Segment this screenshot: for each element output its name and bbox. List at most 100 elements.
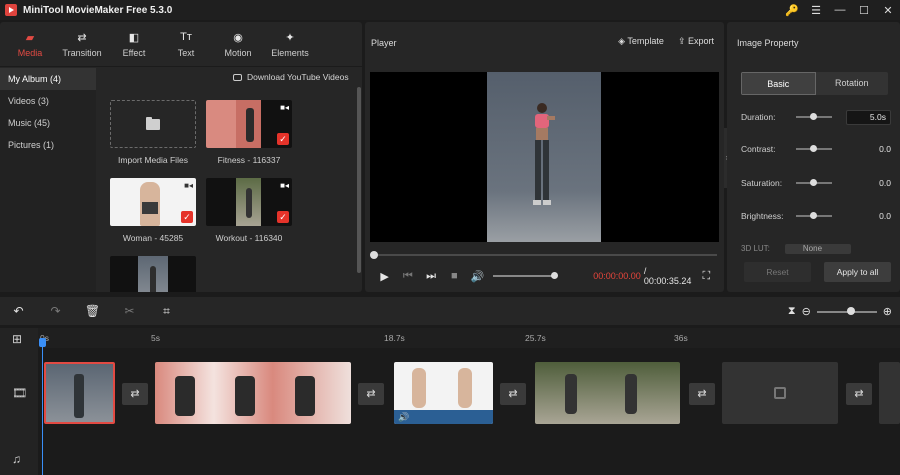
contrast-row: Contrast: 0.0: [741, 142, 891, 156]
minimize-icon[interactable]: —: [828, 0, 852, 20]
seek-bar[interactable]: [370, 251, 717, 259]
check-icon[interactable]: ✓: [277, 211, 289, 223]
media-thumb[interactable]: ■◂ ✓: [110, 178, 196, 226]
volume-icon[interactable]: 🔊: [466, 270, 489, 283]
tab-basic[interactable]: Basic: [741, 72, 816, 95]
tab-text[interactable]: Tт Text: [160, 22, 212, 67]
album-item-videos[interactable]: Videos (3): [0, 90, 96, 112]
music-track[interactable]: [38, 432, 900, 475]
media-item-woman[interactable]: ■◂ ✓ Woman - 45285: [110, 178, 196, 243]
timeline-clip-fitness[interactable]: [155, 362, 351, 424]
fullscreen-icon[interactable]: ⛶: [695, 270, 718, 283]
tab-transition[interactable]: ⇄ Transition: [56, 22, 108, 67]
transition-slot-icon[interactable]: ⇄: [122, 383, 148, 405]
brightness-slider[interactable]: [796, 212, 832, 219]
timeline-clip-image[interactable]: [44, 362, 115, 424]
app-window: MiniTool MovieMaker Free 5.3.0 🔑 ☰ — ☐ ✕…: [0, 0, 900, 475]
ruler-tick: 18.7s: [384, 333, 405, 343]
media-panel: ▰ Media ⇄ Transition ◧ Effect Tт Text ◉ …: [0, 22, 362, 292]
transition-slot-icon[interactable]: ⇄: [689, 383, 715, 405]
timeline-clip-workout[interactable]: [535, 362, 680, 424]
fit-timeline-icon[interactable]: ⧗: [788, 305, 796, 318]
maximize-icon[interactable]: ☐: [852, 0, 876, 20]
media-scrollbar[interactable]: [357, 87, 361, 273]
tab-motion[interactable]: ◉ Motion: [212, 22, 264, 67]
folder-icon: ▰: [25, 32, 35, 44]
app-title: MiniTool MovieMaker Free 5.3.0: [23, 4, 173, 16]
zoom-out-icon[interactable]: ⊖: [802, 305, 811, 318]
import-media-button[interactable]: [110, 100, 196, 148]
media-grid: Import Media Files ■◂ ✓ Fitness - 116337…: [100, 90, 355, 292]
redo-icon[interactable]: ↷: [37, 304, 74, 318]
menu-icon[interactable]: ☰: [804, 0, 828, 20]
stop-icon[interactable]: ■: [443, 270, 466, 282]
duration-input[interactable]: 5.0s: [846, 109, 891, 125]
zoom-slider[interactable]: [816, 306, 877, 315]
empty-clip-slot[interactable]: [722, 362, 838, 424]
check-icon[interactable]: ✓: [181, 211, 193, 223]
transition-slot-icon[interactable]: ⇄: [358, 383, 384, 405]
transition-slot-icon[interactable]: ⇄: [500, 383, 526, 405]
media-item-fitness[interactable]: ■◂ ✓ Fitness - 116337: [206, 100, 292, 165]
brightness-label: Brightness:: [741, 211, 784, 221]
delete-icon[interactable]: 🗑: [74, 304, 111, 318]
playhead-handle[interactable]: [39, 338, 46, 347]
lut-select[interactable]: None: [784, 244, 851, 254]
export-button[interactable]: ⇪ Export: [678, 36, 714, 47]
track-headers: ⊞ 🎞 ♫: [0, 328, 38, 475]
template-label: Template: [627, 36, 664, 46]
tab-rotation[interactable]: Rotation: [816, 72, 889, 95]
empty-clip-slot[interactable]: [879, 362, 900, 424]
media-item-workout[interactable]: ■◂ ✓ Workout - 116340: [206, 178, 292, 243]
preview-screen[interactable]: [370, 72, 719, 242]
previous-frame-icon[interactable]: ⏮: [396, 270, 419, 283]
duration-slider[interactable]: [796, 113, 832, 120]
split-icon[interactable]: ✂: [111, 304, 148, 318]
close-icon[interactable]: ✕: [876, 0, 900, 20]
export-label: Export: [687, 36, 714, 46]
template-button[interactable]: ◈ Template: [618, 36, 664, 47]
seek-handle[interactable]: [370, 251, 378, 259]
add-track-icon[interactable]: ⊞: [12, 332, 22, 346]
tab-elements[interactable]: ✦ Elements: [264, 22, 316, 67]
zoom-controls: ⧗ ⊖ ⊕: [788, 305, 892, 318]
tab-motion-label: Motion: [224, 48, 252, 58]
brightness-row: Brightness: 0.0: [741, 209, 891, 223]
crop-icon[interactable]: ⌗: [148, 304, 185, 319]
playhead[interactable]: [42, 340, 43, 475]
saturation-slider[interactable]: [796, 179, 832, 186]
transition-slot-icon[interactable]: ⇄: [846, 383, 872, 405]
media-thumb[interactable]: ■◂ ✓: [206, 100, 292, 148]
timeline-ruler[interactable]: 0s 5s 18.7s 25.7s 36s: [0, 328, 900, 348]
tab-effect[interactable]: ◧ Effect: [108, 22, 160, 67]
zoom-in-icon[interactable]: ⊕: [883, 305, 892, 318]
ruler-tick: 36s: [674, 333, 688, 343]
contrast-slider[interactable]: [796, 145, 832, 152]
media-thumb[interactable]: ■◂ ✓: [206, 178, 292, 226]
apply-to-all-button[interactable]: Apply to all: [824, 262, 891, 282]
text-icon: Tт: [180, 31, 192, 43]
download-youtube-link[interactable]: Download YouTube Videos: [233, 72, 349, 82]
album-item-my-album[interactable]: My Album (4): [0, 68, 96, 90]
media-item-picture[interactable]: [110, 256, 196, 292]
duration-label: Duration:: [741, 112, 776, 122]
undo-icon[interactable]: ↶: [0, 304, 37, 318]
volume-slider[interactable]: [493, 272, 559, 279]
speaker-icon: 🔊: [398, 412, 410, 422]
timeline-clip-woman[interactable]: 🔊: [394, 362, 493, 424]
album-item-pictures[interactable]: Pictures (1): [0, 134, 96, 156]
album-item-music[interactable]: Music (45): [0, 112, 96, 134]
lut-value: None: [802, 244, 823, 253]
play-icon[interactable]: ▶: [373, 270, 396, 283]
key-icon[interactable]: 🔑: [780, 0, 804, 20]
property-tabs: Basic Rotation: [741, 72, 888, 95]
media-thumb[interactable]: [110, 256, 196, 292]
next-frame-icon[interactable]: ⏭: [420, 270, 443, 283]
export-icon: ⇪: [677, 36, 688, 46]
import-media-tile[interactable]: Import Media Files: [110, 100, 196, 165]
player-actions: ◈ Template ⇪ Export: [618, 36, 714, 47]
reset-button[interactable]: Reset: [744, 262, 811, 282]
ruler-tick: 25.7s: [525, 333, 546, 343]
tab-media[interactable]: ▰ Media: [4, 22, 56, 67]
check-icon[interactable]: ✓: [277, 133, 289, 145]
